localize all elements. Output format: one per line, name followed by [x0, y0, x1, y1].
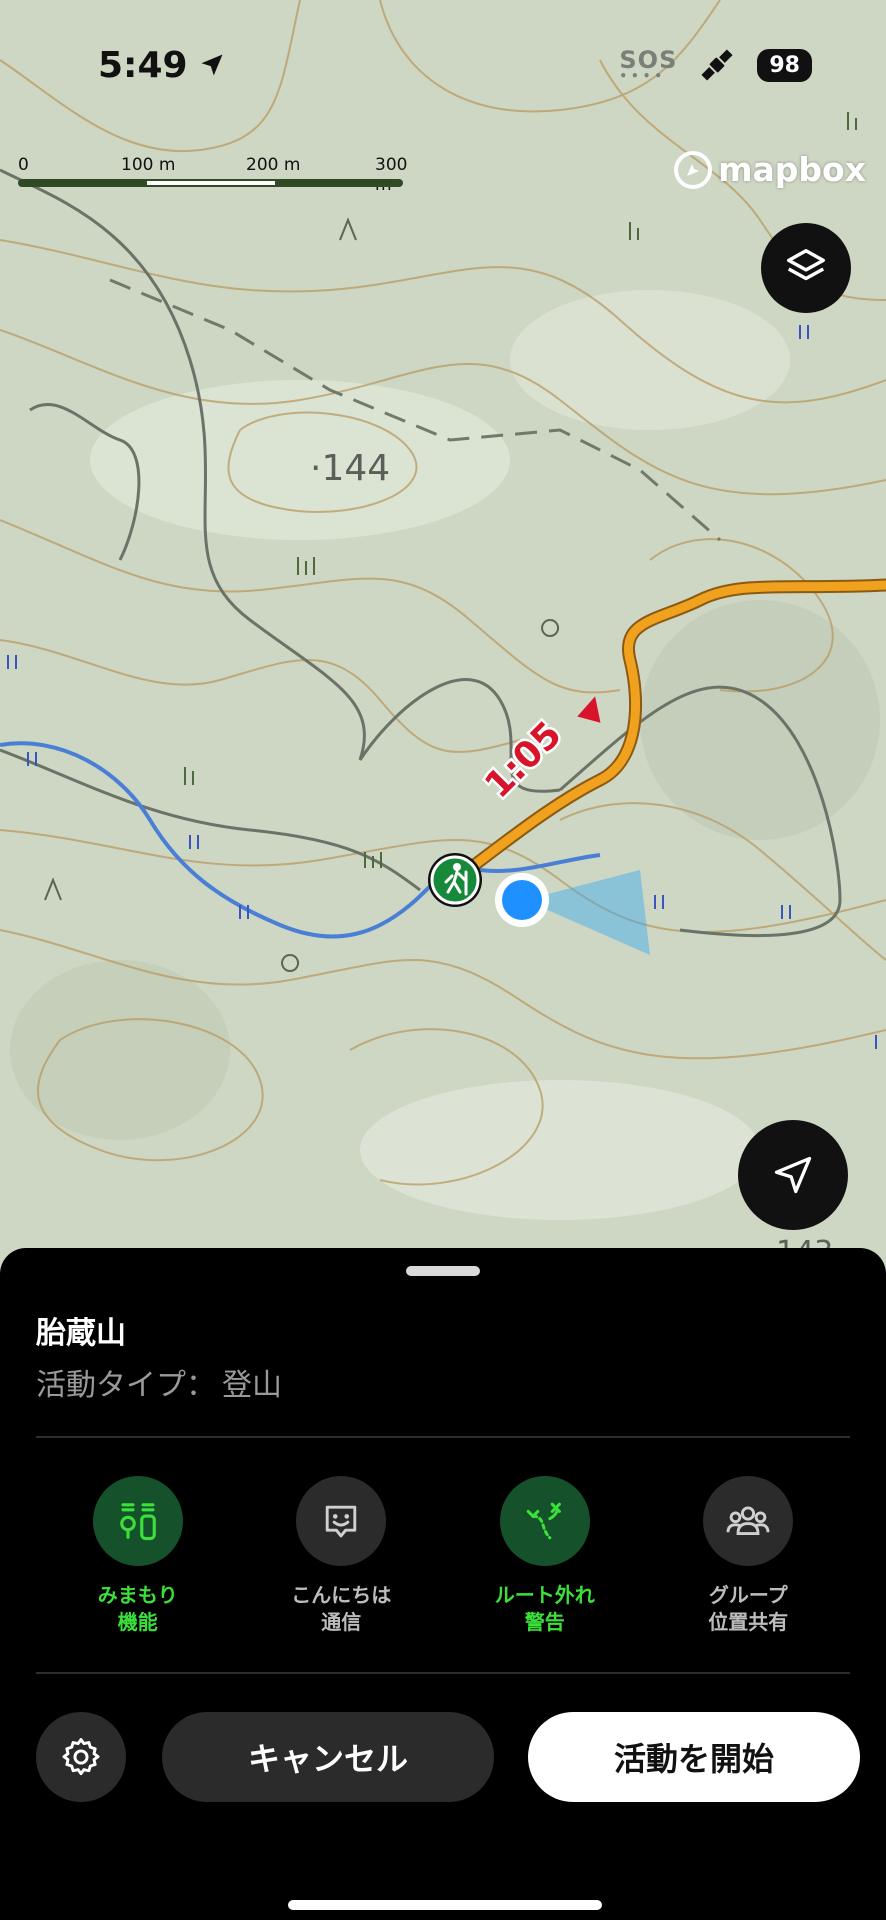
feature-greeting[interactable]: こんにちは 通信 [241, 1476, 441, 1636]
status-right: SOS •••• 98 [619, 40, 812, 90]
map-scale-bar: 0 100 m 200 m 300 m [18, 155, 408, 195]
status-time: 5:49 [98, 40, 226, 90]
feature-watch-over[interactable]: みまもり 機能 [38, 1476, 238, 1636]
activity-type: 活動タイプ： 登山 [36, 1360, 282, 1404]
map-layers-button[interactable] [761, 223, 851, 313]
map-view[interactable]: ·144 143 1:05 5:49 SOS•••• [0, 0, 886, 1290]
cancel-button[interactable]: キャンセル [162, 1712, 494, 1802]
home-indicator[interactable] [288, 1900, 602, 1910]
scale-label: 200 m [246, 155, 301, 175]
clock-text: 5:49 [98, 44, 188, 86]
off-route-icon [499, 1476, 590, 1566]
settings-button[interactable] [36, 1712, 126, 1802]
mapbox-label: mapbox [718, 150, 866, 189]
group-icon [703, 1476, 794, 1566]
elevation-label: ·144 [310, 448, 390, 489]
feature-label: グループ 位置共有 [708, 1583, 789, 1634]
gear-icon [62, 1738, 100, 1776]
mountain-title: 胎蔵山 [36, 1316, 126, 1351]
scale-label: 300 m [375, 155, 408, 195]
sos-indicator: SOS •••• [619, 46, 678, 83]
scale-label: 0 [18, 155, 29, 175]
scale-label: 100 m [121, 155, 176, 175]
mapbox-logo-icon [674, 150, 713, 189]
navigation-arrow-icon [774, 1156, 812, 1194]
activity-bottom-sheet: 胎蔵山 活動タイプ： 登山 みまもり 機能 こんにちは 通信 ルート外れ 警告 … [0, 1248, 886, 1920]
trailhead-marker [428, 853, 482, 907]
recenter-location-button[interactable] [738, 1120, 848, 1230]
feature-label: ルート外れ 警告 [494, 1583, 595, 1634]
divider [36, 1672, 850, 1674]
feature-group-location[interactable]: グループ 位置共有 [648, 1476, 848, 1636]
start-activity-button[interactable]: 活動を開始 [528, 1712, 860, 1802]
feature-label: みまもり 機能 [97, 1583, 178, 1634]
watch-over-icon [92, 1476, 183, 1566]
feature-toggles: みまもり 機能 こんにちは 通信 ルート外れ 警告 グループ 位置共有 [36, 1476, 850, 1636]
battery-indicator: 98 [757, 48, 812, 82]
satellite-icon [701, 49, 733, 81]
divider [36, 1436, 850, 1438]
location-arrow-icon [201, 54, 223, 76]
mapbox-attribution[interactable]: mapbox [674, 150, 866, 189]
sheet-drag-handle[interactable] [406, 1266, 480, 1276]
layers-icon [787, 249, 825, 281]
feature-label: こんにちは 通信 [291, 1583, 392, 1634]
activity-type-value: 登山 [222, 1368, 282, 1403]
greeting-icon [296, 1476, 387, 1566]
feature-off-route-warning[interactable]: ルート外れ 警告 [445, 1476, 645, 1636]
activity-type-label: 活動タイプ： [36, 1368, 216, 1403]
